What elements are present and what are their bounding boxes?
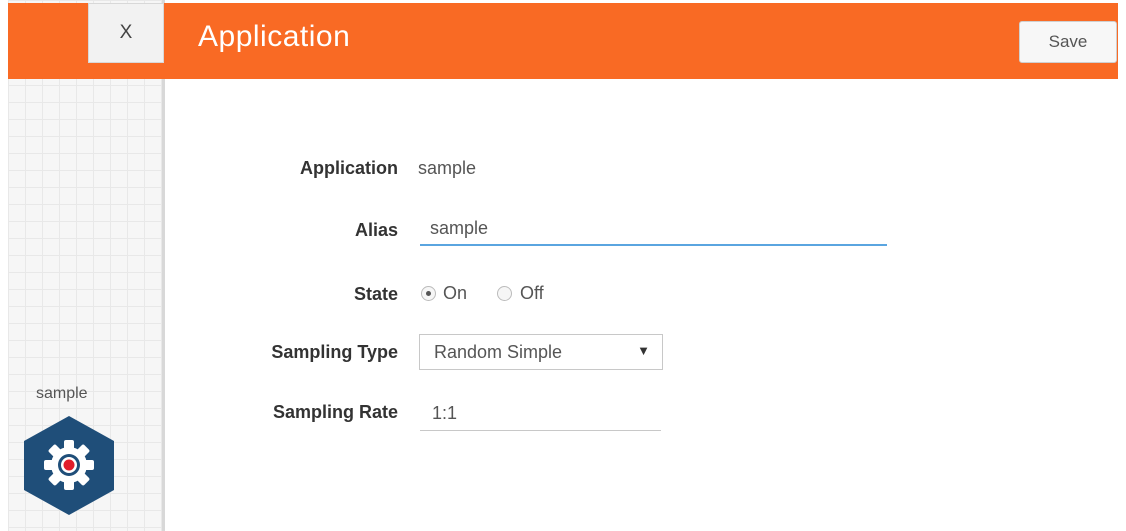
gear-icon[interactable]	[20, 414, 118, 516]
sampling-type-select[interactable]: Random Simple ▼	[419, 334, 663, 370]
state-label: State	[353, 284, 398, 304]
application-label: Application	[300, 158, 398, 178]
save-button[interactable]: Save	[1019, 21, 1117, 63]
chevron-down-icon: ▼	[637, 343, 650, 358]
close-button[interactable]: X	[88, 3, 164, 63]
state-off-label: Off	[520, 283, 544, 303]
state-off-radio[interactable]	[497, 286, 512, 301]
sampling-rate-label: Sampling Rate	[272, 402, 398, 422]
sampling-type-label: Sampling Type	[271, 342, 398, 362]
sampling-type-value: Random Simple	[434, 341, 563, 362]
node-label: sample	[36, 385, 88, 402]
application-value: sample	[418, 158, 477, 178]
sampling-rate-input[interactable]	[420, 397, 661, 431]
alias-input[interactable]	[420, 212, 887, 246]
state-on-label: On	[443, 283, 468, 303]
header-bar	[8, 3, 1118, 79]
page-title: Application	[198, 20, 351, 53]
state-on-radio[interactable]	[421, 286, 436, 301]
alias-label: Alias	[354, 220, 398, 240]
